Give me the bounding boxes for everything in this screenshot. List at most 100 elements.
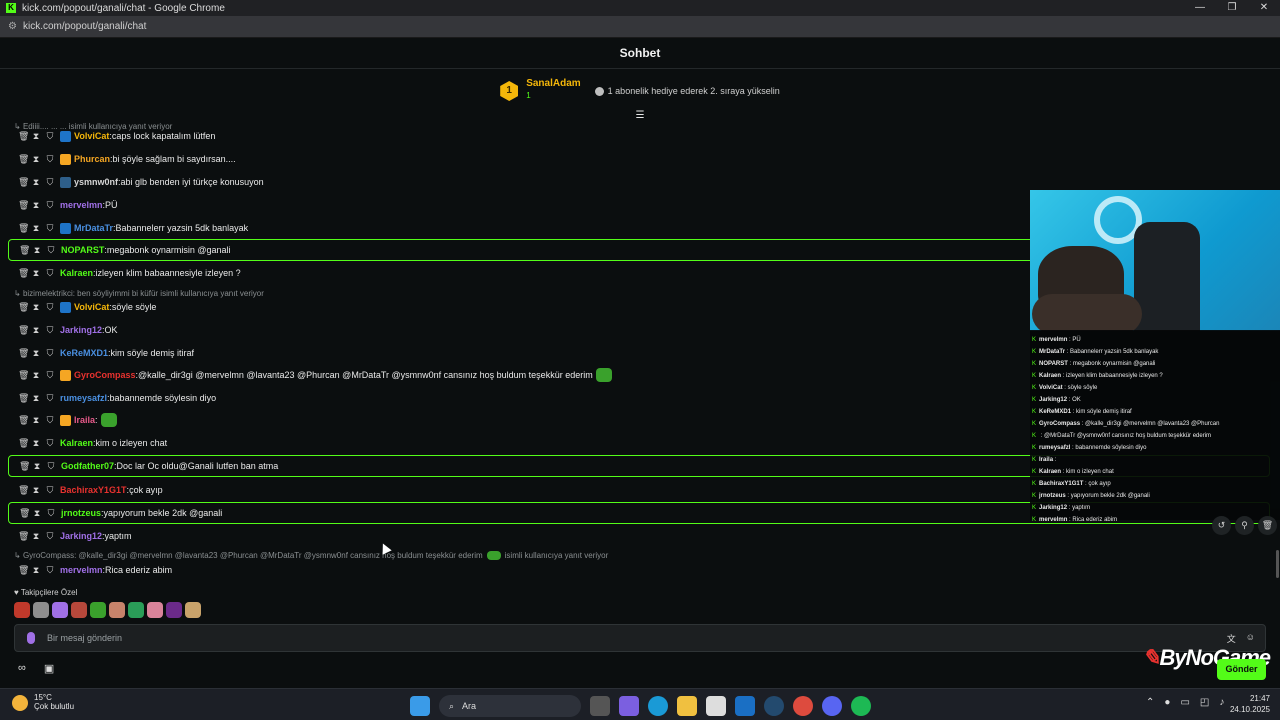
- edge-icon[interactable]: [648, 696, 668, 716]
- timeout-icon[interactable]: ⧗: [32, 154, 40, 165]
- chat-username[interactable]: VolviCat: [74, 131, 109, 141]
- store-app-icon[interactable]: [706, 696, 726, 716]
- mic-icon[interactable]: [27, 632, 35, 644]
- pin-icon[interactable]: ⚲: [1235, 516, 1254, 535]
- start-icon[interactable]: [410, 696, 430, 716]
- emote-item[interactable]: [128, 602, 144, 618]
- trash-icon[interactable]: 🗑: [18, 485, 29, 496]
- file-explorer-icon[interactable]: [677, 696, 697, 716]
- chat-message[interactable]: 🗑 ⧗ ⛉ VolviCat: caps lock kapatalım lütfen: [8, 125, 1270, 147]
- chat-message[interactable]: 🗑 ⧗ ⛉ Jarking12: yaptım: [8, 525, 1270, 547]
- timeout-icon[interactable]: ⧗: [32, 268, 40, 279]
- emote-item[interactable]: [14, 602, 30, 618]
- site-info-icon[interactable]: ⚙: [8, 21, 17, 32]
- trash-icon[interactable]: 🗑: [18, 531, 29, 542]
- chat-username[interactable]: jrnotzeus: [61, 508, 101, 518]
- timeout-icon[interactable]: ⧗: [32, 325, 40, 336]
- trash-icon[interactable]: 🗑: [18, 177, 29, 188]
- chat-username[interactable]: KeReMXD1: [60, 348, 108, 358]
- top-gifter-name[interactable]: SanalAdam: [526, 78, 580, 89]
- timeout-icon[interactable]: ⧗: [33, 508, 41, 519]
- settings-icon[interactable]: ∞: [18, 662, 26, 675]
- collapse-icon[interactable]: ☰: [634, 110, 646, 121]
- trash-icon[interactable]: 🗑: [18, 302, 29, 313]
- timeout-icon[interactable]: ⧗: [32, 223, 40, 234]
- ban-icon[interactable]: ⛉: [46, 268, 54, 279]
- chat-username[interactable]: GyroCompass: [74, 370, 136, 380]
- chat-username[interactable]: rumeysafzl: [60, 393, 107, 403]
- trash-icon[interactable]: 🗑: [19, 461, 30, 472]
- copilot-icon[interactable]: [619, 696, 639, 716]
- battery-icon[interactable]: ▭: [1180, 697, 1189, 708]
- timeout-icon[interactable]: ⧗: [32, 177, 40, 188]
- chat-input-placeholder[interactable]: Bir mesaj gönderin: [47, 633, 122, 643]
- clock[interactable]: 21:47 24.10.2025: [1226, 693, 1270, 715]
- discord-icon[interactable]: [822, 696, 842, 716]
- ban-icon[interactable]: ⛉: [46, 485, 54, 496]
- chat-username[interactable]: Iraila: [74, 415, 95, 425]
- timeout-icon[interactable]: ⧗: [33, 461, 41, 472]
- emote-item[interactable]: [33, 602, 49, 618]
- outlook-icon[interactable]: [735, 696, 755, 716]
- undo-icon[interactable]: ↺: [1212, 516, 1231, 535]
- emote-bar[interactable]: [14, 602, 201, 618]
- trash-icon[interactable]: 🗑: [18, 393, 29, 404]
- chat-username[interactable]: Jarking12: [60, 531, 102, 541]
- ban-icon[interactable]: ⛉: [46, 393, 54, 404]
- url-text[interactable]: kick.com/popout/ganali/chat: [23, 21, 146, 32]
- ban-icon[interactable]: ⛉: [46, 325, 54, 336]
- emote-item[interactable]: [147, 602, 163, 618]
- ban-icon[interactable]: ⛉: [46, 565, 54, 576]
- trash-icon[interactable]: 🗑: [18, 200, 29, 211]
- timeout-icon[interactable]: ⧗: [32, 565, 40, 576]
- ban-icon[interactable]: ⛉: [47, 461, 55, 472]
- trash-icon[interactable]: 🗑: [18, 438, 29, 449]
- timeout-icon[interactable]: ⧗: [32, 131, 40, 142]
- ban-icon[interactable]: ⛉: [46, 531, 54, 542]
- trash-icon[interactable]: 🗑: [19, 508, 30, 519]
- emote-item[interactable]: [52, 602, 68, 618]
- ban-icon[interactable]: ⛉: [46, 131, 54, 142]
- chat-username[interactable]: NOPARST: [61, 245, 104, 255]
- address-bar[interactable]: ⚙ kick.com/popout/ganali/chat: [0, 16, 1280, 38]
- trash-icon[interactable]: 🗑: [18, 325, 29, 336]
- ban-icon[interactable]: ⛉: [47, 508, 55, 519]
- chat-username[interactable]: Jarking12: [60, 325, 102, 335]
- ban-icon[interactable]: ⛉: [46, 370, 54, 381]
- task-view-icon[interactable]: [590, 696, 610, 716]
- chat-username[interactable]: VolviCat: [74, 302, 109, 312]
- trash-icon[interactable]: 🗑: [18, 415, 29, 426]
- trash-icon[interactable]: 🗑: [18, 223, 29, 234]
- trash-icon[interactable]: 🗑: [18, 348, 29, 359]
- volume-icon[interactable]: ♪: [1219, 697, 1224, 708]
- chat-username[interactable]: mervelmn: [60, 565, 103, 575]
- trash-icon[interactable]: 🗑: [18, 565, 29, 576]
- timeout-icon[interactable]: ⧗: [32, 415, 40, 426]
- translate-icon[interactable]: 文: [1227, 632, 1236, 645]
- trash-icon[interactable]: 🗑: [18, 154, 29, 165]
- chat-username[interactable]: ysmnw0nf: [74, 177, 118, 187]
- emote-item[interactable]: [109, 602, 125, 618]
- restore-button[interactable]: ❐: [1216, 0, 1248, 16]
- timeout-icon[interactable]: ⧗: [32, 370, 40, 381]
- trash-icon[interactable]: 🗑: [18, 131, 29, 142]
- chat-username[interactable]: Phurcan: [74, 154, 110, 164]
- tray-chevron-icon[interactable]: ⌃: [1146, 697, 1154, 708]
- timeout-icon[interactable]: ⧗: [32, 302, 40, 313]
- chat-username[interactable]: MrDataTr: [74, 223, 113, 233]
- taskbar-search[interactable]: ⌕ Ara: [439, 695, 581, 717]
- ban-icon[interactable]: ⛉: [46, 177, 54, 188]
- chat-message[interactable]: 🗑 ⧗ ⛉ Phurcan: bi şöyle sağlam bi saydırsan…: [8, 148, 1270, 170]
- store-icon[interactable]: ▣: [44, 662, 54, 675]
- chat-username[interactable]: mervelmn: [60, 200, 103, 210]
- chat-username[interactable]: Kalraen: [60, 438, 93, 448]
- ban-icon[interactable]: ⛉: [46, 438, 54, 449]
- chat-username[interactable]: BachiraxY1G1T: [60, 485, 127, 495]
- timeout-icon[interactable]: ⧗: [32, 348, 40, 359]
- network-icon[interactable]: ◰: [1200, 697, 1209, 708]
- trash-icon[interactable]: 🗑: [1258, 516, 1277, 535]
- close-window-button[interactable]: ✕: [1248, 0, 1280, 16]
- minimize-button[interactable]: —: [1184, 0, 1216, 16]
- weather-widget[interactable]: 15°C Çok bulutlu: [12, 693, 74, 711]
- chat-username[interactable]: Kalraen: [60, 268, 93, 278]
